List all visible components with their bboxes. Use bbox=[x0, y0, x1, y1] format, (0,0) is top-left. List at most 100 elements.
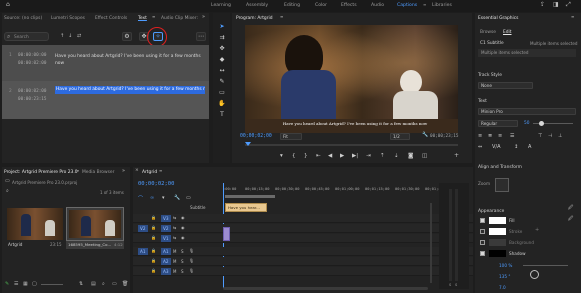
background-swatch[interactable] bbox=[489, 239, 506, 246]
mark-in-icon[interactable]: { bbox=[292, 153, 296, 159]
snap-icon[interactable]: ⌒ bbox=[138, 195, 143, 202]
automate-icon[interactable]: ▤ bbox=[91, 281, 96, 287]
lock-icon[interactable]: 🔒 bbox=[151, 259, 156, 263]
mute-button[interactable]: M bbox=[173, 249, 176, 254]
fill-swatch[interactable] bbox=[489, 217, 506, 224]
tab-browse[interactable]: Browse bbox=[480, 30, 496, 35]
shadow-opacity-slider[interactable] bbox=[523, 265, 568, 266]
zoom-slider[interactable] bbox=[41, 284, 63, 285]
lock-icon[interactable]: 🔒 bbox=[151, 216, 156, 220]
font-style-dropdown[interactable]: Regular bbox=[478, 120, 518, 127]
track-label[interactable]: V1 bbox=[161, 235, 171, 242]
leading-icon[interactable]: ↕ bbox=[514, 144, 518, 150]
project-search-icon[interactable]: ⌕ bbox=[6, 189, 9, 194]
caption-row-1[interactable]: 1 00:00:00:00 00:00:02:00 Have you heard… bbox=[2, 45, 209, 81]
lift-icon[interactable]: ⇡ bbox=[380, 153, 385, 159]
program-scrubber[interactable] bbox=[245, 144, 458, 146]
share-icon[interactable]: ⇪ bbox=[540, 2, 545, 8]
solo-button[interactable]: S bbox=[181, 249, 184, 254]
tab-lumetri-scopes[interactable]: Lumetri Scopes bbox=[51, 16, 85, 21]
sequence-menu-icon[interactable]: ≡ bbox=[159, 169, 162, 173]
timeline-horizontal-scrollbar[interactable] bbox=[223, 287, 428, 290]
replace-icon[interactable]: ⇄ bbox=[77, 34, 81, 39]
timeline-vertical-scrollbar[interactable] bbox=[430, 203, 432, 283]
search-input[interactable]: ⌕ Search bbox=[4, 32, 49, 41]
captions-toggle-icon[interactable]: ▭ bbox=[186, 195, 191, 201]
tab-effect-controls[interactable]: Effect Controls bbox=[95, 16, 127, 21]
mute-button[interactable]: M bbox=[173, 259, 176, 264]
timeline-settings-icon[interactable]: 🔧 bbox=[174, 195, 180, 201]
slip-tool-icon[interactable]: ↔ bbox=[218, 67, 226, 75]
work-area-bar[interactable] bbox=[225, 195, 275, 198]
add-marker-icon[interactable]: ▾ bbox=[162, 195, 165, 201]
font-size-value[interactable]: 50 bbox=[524, 121, 529, 126]
tab-text[interactable]: Text bbox=[138, 16, 147, 21]
hand-tool-icon[interactable]: ✋ bbox=[218, 100, 226, 108]
more-button[interactable]: ⋯ bbox=[196, 32, 206, 41]
valign-top-icon[interactable]: ⊤ bbox=[538, 133, 542, 139]
quality-dropdown[interactable]: 1/2 bbox=[390, 133, 410, 140]
sync-lock-icon[interactable]: ⇆ bbox=[173, 216, 176, 220]
workspace-editing[interactable]: Editing bbox=[284, 3, 300, 8]
arrow-down-icon[interactable]: ↓ bbox=[68, 34, 72, 39]
track-a1[interactable]: A1 🔒 A1 M S 🎙 bbox=[133, 247, 473, 256]
meter-solo-right[interactable]: S bbox=[455, 283, 457, 287]
shadow-angle-dial[interactable] bbox=[530, 270, 539, 279]
shadow-angle[interactable]: 135 ° bbox=[499, 274, 510, 279]
pencil-icon[interactable]: ✎ bbox=[5, 281, 9, 287]
source-patch-label[interactable]: A1 bbox=[138, 248, 148, 255]
workspace-libraries[interactable]: Libraries bbox=[432, 3, 452, 8]
thumbnail-meeting-selected[interactable] bbox=[66, 207, 124, 241]
track-label[interactable]: V2 bbox=[161, 225, 171, 232]
track-a3[interactable]: 🔒 A3 M S 🎙 bbox=[133, 267, 473, 276]
workspace-menu-icon[interactable]: ≡ bbox=[423, 3, 426, 7]
track-label[interactable]: A3 bbox=[161, 268, 171, 275]
go-to-out-icon[interactable]: ⇥ bbox=[366, 153, 371, 159]
shadow-swatch[interactable] bbox=[489, 250, 506, 257]
mute-button[interactable]: M bbox=[173, 269, 176, 274]
program-menu-icon[interactable]: ≡ bbox=[280, 15, 283, 19]
stroke-swatch[interactable] bbox=[489, 228, 506, 235]
mic-icon[interactable]: 🎙 bbox=[189, 269, 194, 273]
lock-icon[interactable]: 🔒 bbox=[151, 269, 156, 273]
eye-icon[interactable]: ◉ bbox=[181, 226, 185, 230]
caption-row-2[interactable]: 2 00:00:02:00 00:00:23:15 Have you heard… bbox=[2, 81, 209, 119]
track-v1[interactable]: 🔒 V1 ⇆ ◉ bbox=[133, 234, 473, 243]
playhead-marker[interactable] bbox=[245, 142, 251, 146]
type-tool-icon[interactable]: T bbox=[218, 111, 226, 119]
add-stroke-icon[interactable]: + bbox=[535, 228, 539, 233]
timeline-timecode[interactable]: 00;00;02;00 bbox=[138, 181, 174, 187]
project-overflow-icon[interactable]: » bbox=[122, 169, 125, 174]
new-bin-icon[interactable]: ▭ bbox=[112, 281, 117, 287]
lock-icon[interactable]: 🔒 bbox=[151, 249, 156, 253]
font-dropdown[interactable]: Minion Pro bbox=[478, 108, 576, 115]
position-grid[interactable] bbox=[495, 178, 509, 192]
find-icon[interactable]: ⌕ bbox=[102, 281, 105, 287]
eye-icon[interactable]: ◉ bbox=[181, 216, 185, 220]
arrow-up-icon[interactable]: ↑ bbox=[60, 34, 64, 39]
step-forward-icon[interactable]: ▶| bbox=[352, 153, 358, 159]
tab-media-browser[interactable]: Media Browser bbox=[82, 170, 114, 175]
fullscreen-icon[interactable]: ⤢ bbox=[566, 2, 571, 8]
icon-view-icon[interactable]: ▦ bbox=[23, 281, 28, 287]
timeline-ruler[interactable]: :00:00 00;00;15;00 00;00;30;00 00;00;45;… bbox=[223, 183, 443, 195]
step-back-icon[interactable]: ◀ bbox=[328, 153, 332, 159]
video-clip[interactable] bbox=[223, 227, 230, 241]
fill-checkbox[interactable] bbox=[480, 218, 485, 223]
list-view-icon[interactable]: ☰ bbox=[14, 281, 18, 287]
workspace-assembly[interactable]: Assembly bbox=[246, 3, 268, 8]
workspace-learning[interactable]: Learning bbox=[211, 3, 231, 8]
track-select-tool-icon[interactable]: ⇉ bbox=[218, 34, 226, 42]
delete-icon[interactable]: 🗑 bbox=[122, 281, 128, 287]
thumbnail-artgrid[interactable] bbox=[7, 208, 63, 240]
track-a2[interactable]: 🔒 A2 M S 🎙 bbox=[133, 257, 473, 266]
source-patch-label[interactable]: V2 bbox=[138, 225, 148, 232]
linked-selection-icon[interactable]: ∞ bbox=[150, 195, 154, 201]
track-v3[interactable]: 🔒 V3 ⇆ ◉ bbox=[133, 214, 473, 223]
sequence-tab[interactable]: Artgrid bbox=[142, 170, 157, 175]
eg-menu-icon[interactable]: ≡ bbox=[571, 15, 574, 19]
valign-middle-icon[interactable]: ⊣ bbox=[548, 133, 552, 139]
lock-icon[interactable]: 🔒 bbox=[151, 236, 156, 240]
wrench-icon[interactable]: 🔧 bbox=[422, 133, 428, 138]
eye-icon[interactable]: ◉ bbox=[181, 236, 185, 240]
